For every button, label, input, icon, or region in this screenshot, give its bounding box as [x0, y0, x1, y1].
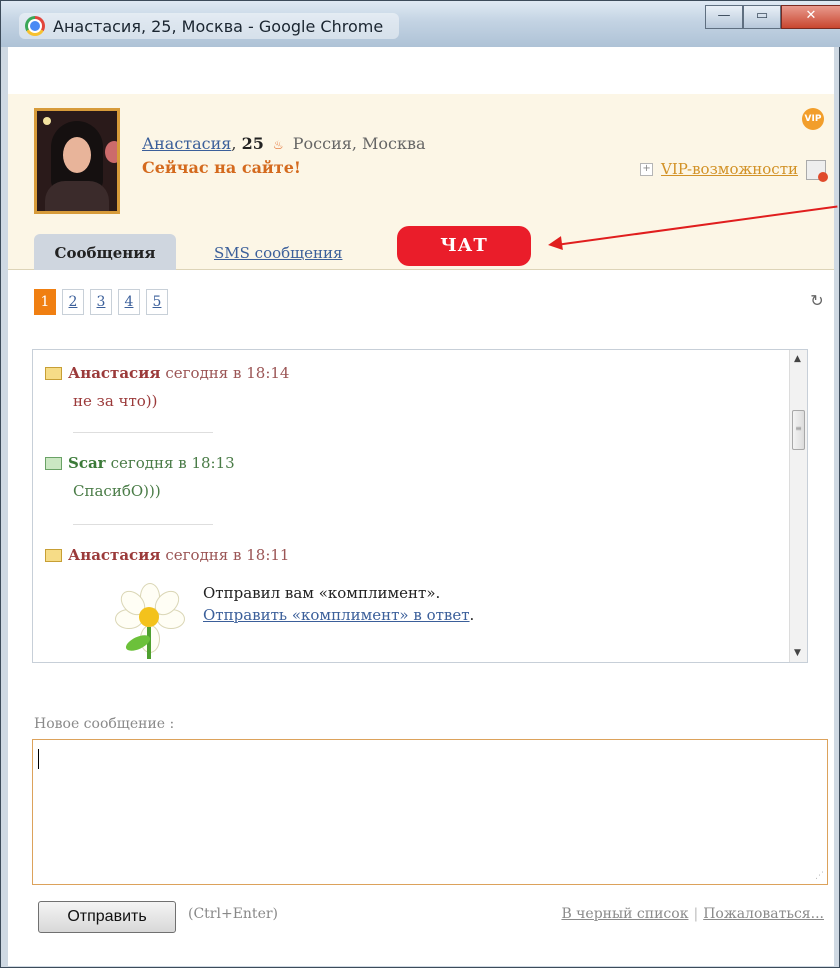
- avatar-face: [63, 137, 91, 173]
- message-header: Анастасия сегодня в 18:14: [45, 364, 289, 382]
- plus-icon[interactable]: +: [640, 162, 654, 176]
- block-user-icon[interactable]: [806, 160, 828, 182]
- vip-link-group: + VIP-возможности: [640, 160, 798, 178]
- page-4-link[interactable]: 4: [118, 289, 140, 315]
- message-divider: [73, 432, 213, 433]
- gift-message: Отправил вам «комплимент». Отправить «ко…: [203, 582, 474, 626]
- flower-center: [139, 607, 159, 627]
- message-header: Scar сегодня в 18:13: [45, 454, 235, 472]
- message-author[interactable]: Scar: [68, 454, 106, 472]
- report-link[interactable]: Пожаловаться...: [703, 906, 824, 922]
- vip-badge-icon[interactable]: VIP: [802, 108, 824, 130]
- message-text: СпасибО))): [73, 482, 161, 500]
- page-3-link[interactable]: 3: [90, 289, 112, 315]
- tab-messages[interactable]: Сообщения: [34, 234, 176, 270]
- browser-window: Анастасия, 25, Москва - Google Chrome — …: [0, 0, 840, 968]
- profile-name-line: Анастасия, 25 ♨ Россия, Москва: [142, 134, 426, 153]
- page-1-link[interactable]: 1: [34, 289, 56, 315]
- footer-separator: |: [693, 906, 699, 922]
- blacklist-link[interactable]: В черный список: [561, 906, 688, 922]
- avatar-light-detail: [43, 117, 51, 125]
- avatar[interactable]: [34, 108, 120, 214]
- message-header: Анастасия сегодня в 18:11: [45, 546, 289, 564]
- message-scrollbar[interactable]: ▲ ≡ ▼: [789, 350, 807, 662]
- new-message-textarea[interactable]: ⋰: [32, 739, 828, 885]
- send-button[interactable]: Отправить: [38, 901, 176, 933]
- flame-icon: ♨: [272, 138, 284, 152]
- text-caret: [38, 749, 39, 769]
- gift-link-end: .: [469, 606, 475, 624]
- gift-reply-link[interactable]: Отправить «комплимент» в ответ: [203, 606, 470, 624]
- minimize-button[interactable]: —: [705, 5, 743, 29]
- resize-handle-icon[interactable]: ⋰: [815, 871, 824, 881]
- avatar-body: [45, 181, 109, 211]
- page-2-link[interactable]: 2: [62, 289, 84, 315]
- scrollbar-thumb[interactable]: ≡: [792, 410, 805, 450]
- message-text: не за что)): [73, 392, 158, 410]
- tab-bar: Сообщения SMS сообщения ЧАТ: [8, 226, 834, 270]
- message-list[interactable]: Анастасия сегодня в 18:14 не за что)) Sc…: [32, 349, 808, 663]
- profile-name-link[interactable]: Анастасия: [142, 134, 231, 153]
- title-bar: Анастасия, 25, Москва - Google Chrome — …: [1, 1, 840, 47]
- annotation-arrow-head: [547, 236, 563, 252]
- list-item: Scar сегодня в 18:13 СпасибО))): [45, 454, 235, 500]
- address-area: [8, 47, 834, 94]
- envelope-icon: [45, 366, 62, 380]
- page-5-link[interactable]: 5: [146, 289, 168, 315]
- page-content: Анастасия, 25 ♨ Россия, Москва Сейчас на…: [8, 94, 838, 966]
- footer-links: В черный список | Пожаловаться...: [561, 906, 824, 922]
- window-title: Анастасия, 25, Москва - Google Chrome: [53, 16, 384, 36]
- message-time: сегодня в 18:13: [110, 454, 235, 472]
- profile-age: 25: [241, 134, 264, 153]
- message-author[interactable]: Анастасия: [68, 546, 160, 564]
- message-divider: [73, 524, 213, 525]
- refresh-icon[interactable]: ↻: [808, 292, 826, 310]
- maximize-button[interactable]: ▭: [743, 5, 781, 29]
- tab-chat[interactable]: ЧАТ: [397, 226, 531, 266]
- scroll-up-icon[interactable]: ▲: [794, 354, 801, 364]
- close-button[interactable]: ✕: [781, 5, 840, 29]
- profile-location: Россия, Москва: [292, 134, 426, 153]
- vip-features-link[interactable]: VIP-возможности: [661, 160, 798, 178]
- list-item: Анастасия сегодня в 18:14 не за что)): [45, 364, 289, 410]
- profile-header: Анастасия, 25 ♨ Россия, Москва Сейчас на…: [8, 94, 834, 270]
- avatar-balloon: [105, 141, 117, 163]
- message-author[interactable]: Анастасия: [68, 364, 160, 382]
- online-status: Сейчас на сайте!: [142, 158, 301, 177]
- gift-text: Отправил вам «комплимент».: [203, 584, 441, 602]
- shortcut-hint: (Ctrl+Enter): [188, 906, 279, 922]
- pagination: 1 2 3 4 5: [34, 289, 168, 315]
- tab-sms[interactable]: SMS сообщения: [214, 234, 342, 270]
- message-time: сегодня в 18:11: [165, 546, 290, 564]
- envelope-icon: [45, 456, 62, 470]
- envelope-icon: [45, 548, 62, 562]
- flower-gift-icon: [113, 583, 185, 662]
- scroll-down-icon[interactable]: ▼: [794, 648, 801, 658]
- new-message-label: Новое сообщение :: [34, 716, 175, 732]
- chrome-icon: [25, 16, 45, 36]
- window-controls: — ▭ ✕: [705, 5, 840, 29]
- message-time: сегодня в 18:14: [165, 364, 290, 382]
- title-tab: Анастасия, 25, Москва - Google Chrome: [19, 13, 400, 39]
- list-item: Анастасия сегодня в 18:11: [45, 546, 289, 564]
